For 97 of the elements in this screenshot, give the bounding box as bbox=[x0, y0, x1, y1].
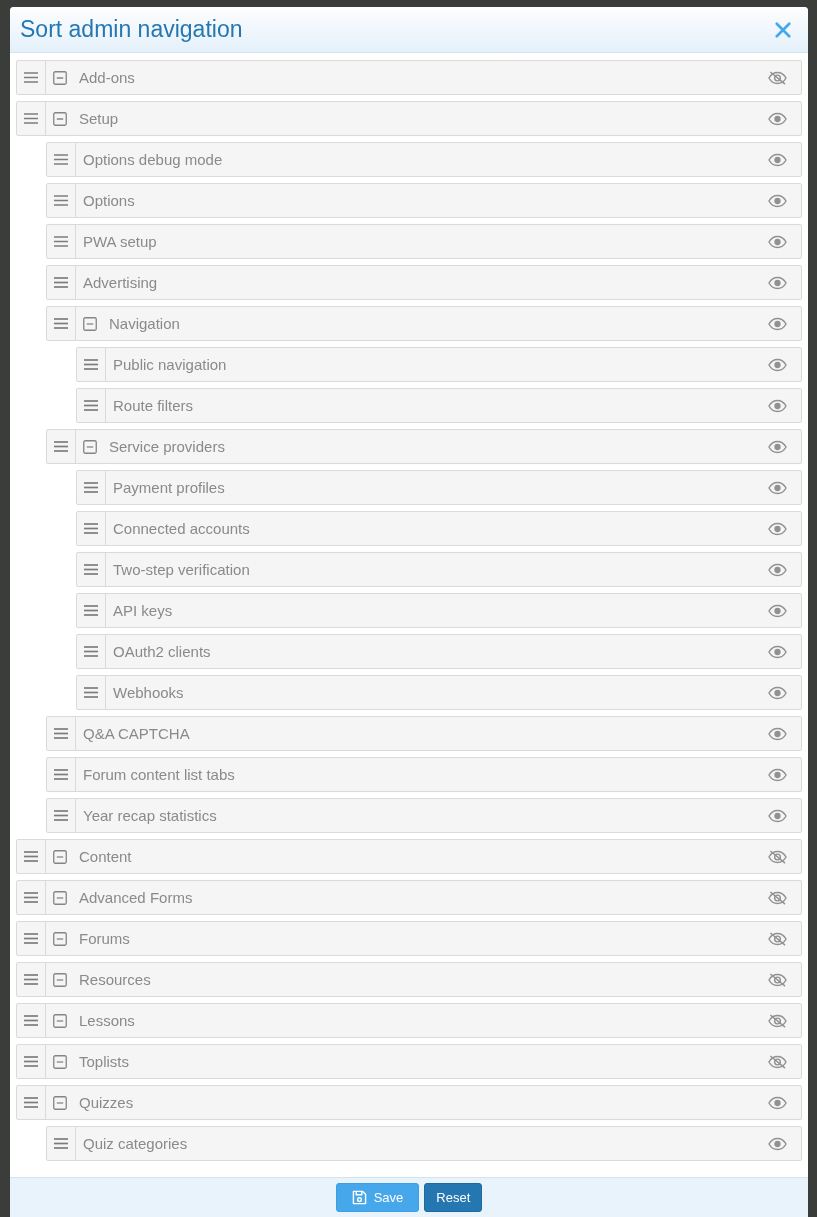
nav-item-label: Advertising bbox=[83, 274, 158, 291]
collapse-icon[interactable] bbox=[53, 931, 67, 946]
eye-icon[interactable] bbox=[768, 1136, 787, 1151]
drag-handle-icon[interactable] bbox=[84, 359, 98, 370]
drag-handle-icon[interactable] bbox=[24, 1015, 38, 1026]
eye-icon[interactable] bbox=[768, 398, 787, 413]
save-button[interactable]: Save bbox=[335, 1183, 420, 1212]
eye-icon[interactable] bbox=[768, 152, 787, 167]
nav-item-label: Q&A CAPTCHA bbox=[83, 725, 190, 742]
drag-handle-icon[interactable] bbox=[24, 113, 38, 124]
reset-button[interactable]: Reset bbox=[424, 1183, 483, 1212]
nav-item-label: Connected accounts bbox=[113, 520, 250, 537]
collapse-icon[interactable] bbox=[83, 316, 97, 331]
eye-slash-icon[interactable] bbox=[768, 931, 787, 946]
drag-handle-icon[interactable] bbox=[84, 523, 98, 534]
eye-icon[interactable] bbox=[768, 234, 787, 249]
nav-item-label: OAuth2 clients bbox=[113, 643, 211, 660]
eye-slash-icon[interactable] bbox=[768, 70, 787, 85]
drag-handle-icon[interactable] bbox=[54, 769, 68, 780]
drag-handle-icon[interactable] bbox=[24, 892, 38, 903]
eye-icon[interactable] bbox=[768, 193, 787, 208]
nav-item-label: Options debug mode bbox=[83, 151, 223, 168]
eye-icon[interactable] bbox=[768, 521, 787, 536]
nav-item-label: Content bbox=[79, 848, 132, 865]
nav-item-label: Forum content list tabs bbox=[83, 766, 235, 783]
eye-icon[interactable] bbox=[768, 275, 787, 290]
drag-handle-icon[interactable] bbox=[84, 646, 98, 657]
drag-handle-icon[interactable] bbox=[24, 1097, 38, 1108]
drag-handle-icon[interactable] bbox=[54, 728, 68, 739]
collapse-icon[interactable] bbox=[53, 111, 67, 126]
eye-icon[interactable] bbox=[768, 316, 787, 331]
nav-item-label: Navigation bbox=[109, 315, 180, 332]
nav-item-label: Lessons bbox=[79, 1012, 135, 1029]
drag-handle-icon[interactable] bbox=[54, 154, 68, 165]
nav-item-label: Resources bbox=[79, 971, 151, 988]
drag-handle-icon[interactable] bbox=[84, 482, 98, 493]
collapse-icon[interactable] bbox=[53, 849, 67, 864]
drag-handle-icon[interactable] bbox=[84, 564, 98, 575]
drag-handle-icon[interactable] bbox=[84, 687, 98, 698]
drag-handle-icon[interactable] bbox=[24, 72, 38, 83]
collapse-icon[interactable] bbox=[53, 1054, 67, 1069]
nav-item-label: PWA setup bbox=[83, 233, 157, 250]
dialog-title: Sort admin navigation bbox=[20, 16, 243, 43]
drag-handle-icon[interactable] bbox=[84, 605, 98, 616]
nav-item-label: Two-step verification bbox=[113, 561, 250, 578]
eye-slash-icon[interactable] bbox=[768, 849, 787, 864]
eye-icon[interactable] bbox=[768, 685, 787, 700]
nav-item-label: Webhooks bbox=[113, 684, 184, 701]
collapse-icon[interactable] bbox=[53, 1095, 67, 1110]
drag-handle-icon[interactable] bbox=[54, 810, 68, 821]
eye-icon[interactable] bbox=[768, 808, 787, 823]
nav-item-label: Advanced Forms bbox=[79, 889, 193, 906]
eye-icon[interactable] bbox=[768, 767, 787, 782]
eye-icon[interactable] bbox=[768, 603, 787, 618]
eye-icon[interactable] bbox=[768, 1095, 787, 1110]
collapse-icon[interactable] bbox=[53, 972, 67, 987]
nav-item-label: Options bbox=[83, 192, 135, 209]
nav-item-label: Public navigation bbox=[113, 356, 227, 373]
nav-item-label: Forums bbox=[79, 930, 130, 947]
collapse-icon[interactable] bbox=[53, 1013, 67, 1028]
eye-slash-icon[interactable] bbox=[768, 972, 787, 987]
eye-slash-icon[interactable] bbox=[768, 890, 787, 905]
nav-item-label: Toplists bbox=[79, 1053, 130, 1070]
drag-handle-icon[interactable] bbox=[54, 1138, 68, 1149]
eye-slash-icon[interactable] bbox=[768, 1054, 787, 1069]
collapse-icon[interactable] bbox=[83, 439, 97, 454]
nav-item-label: Add-ons bbox=[79, 69, 135, 86]
nav-item-label: Setup bbox=[79, 110, 119, 127]
eye-slash-icon[interactable] bbox=[768, 1013, 787, 1028]
drag-handle-icon[interactable] bbox=[54, 318, 68, 329]
eye-icon[interactable] bbox=[768, 357, 787, 372]
nav-item-label: API keys bbox=[113, 602, 173, 619]
drag-handle-icon[interactable] bbox=[54, 195, 68, 206]
eye-icon[interactable] bbox=[768, 726, 787, 741]
drag-handle-icon[interactable] bbox=[84, 400, 98, 411]
nav-item-label: Year recap statistics bbox=[83, 807, 217, 824]
eye-icon[interactable] bbox=[768, 562, 787, 577]
nav-item-label: Quiz categories bbox=[83, 1135, 188, 1152]
eye-icon[interactable] bbox=[768, 644, 787, 659]
eye-icon[interactable] bbox=[768, 480, 787, 495]
drag-handle-icon[interactable] bbox=[24, 933, 38, 944]
drag-handle-icon[interactable] bbox=[54, 441, 68, 452]
collapse-icon[interactable] bbox=[53, 890, 67, 905]
drag-handle-icon[interactable] bbox=[24, 851, 38, 862]
eye-icon[interactable] bbox=[768, 439, 787, 454]
nav-item-label: Route filters bbox=[113, 397, 194, 414]
nav-item-label: Quizzes bbox=[79, 1094, 134, 1111]
drag-handle-icon[interactable] bbox=[24, 1056, 38, 1067]
eye-icon[interactable] bbox=[768, 111, 787, 126]
drag-handle-icon[interactable] bbox=[24, 974, 38, 985]
save-icon bbox=[351, 1190, 367, 1205]
nav-item-label: Payment profiles bbox=[113, 479, 225, 496]
collapse-icon[interactable] bbox=[53, 70, 67, 85]
nav-item-label: Service providers bbox=[109, 438, 225, 455]
drag-handle-icon[interactable] bbox=[54, 236, 68, 247]
close-icon[interactable] bbox=[775, 21, 791, 38]
drag-handle-icon[interactable] bbox=[54, 277, 68, 288]
